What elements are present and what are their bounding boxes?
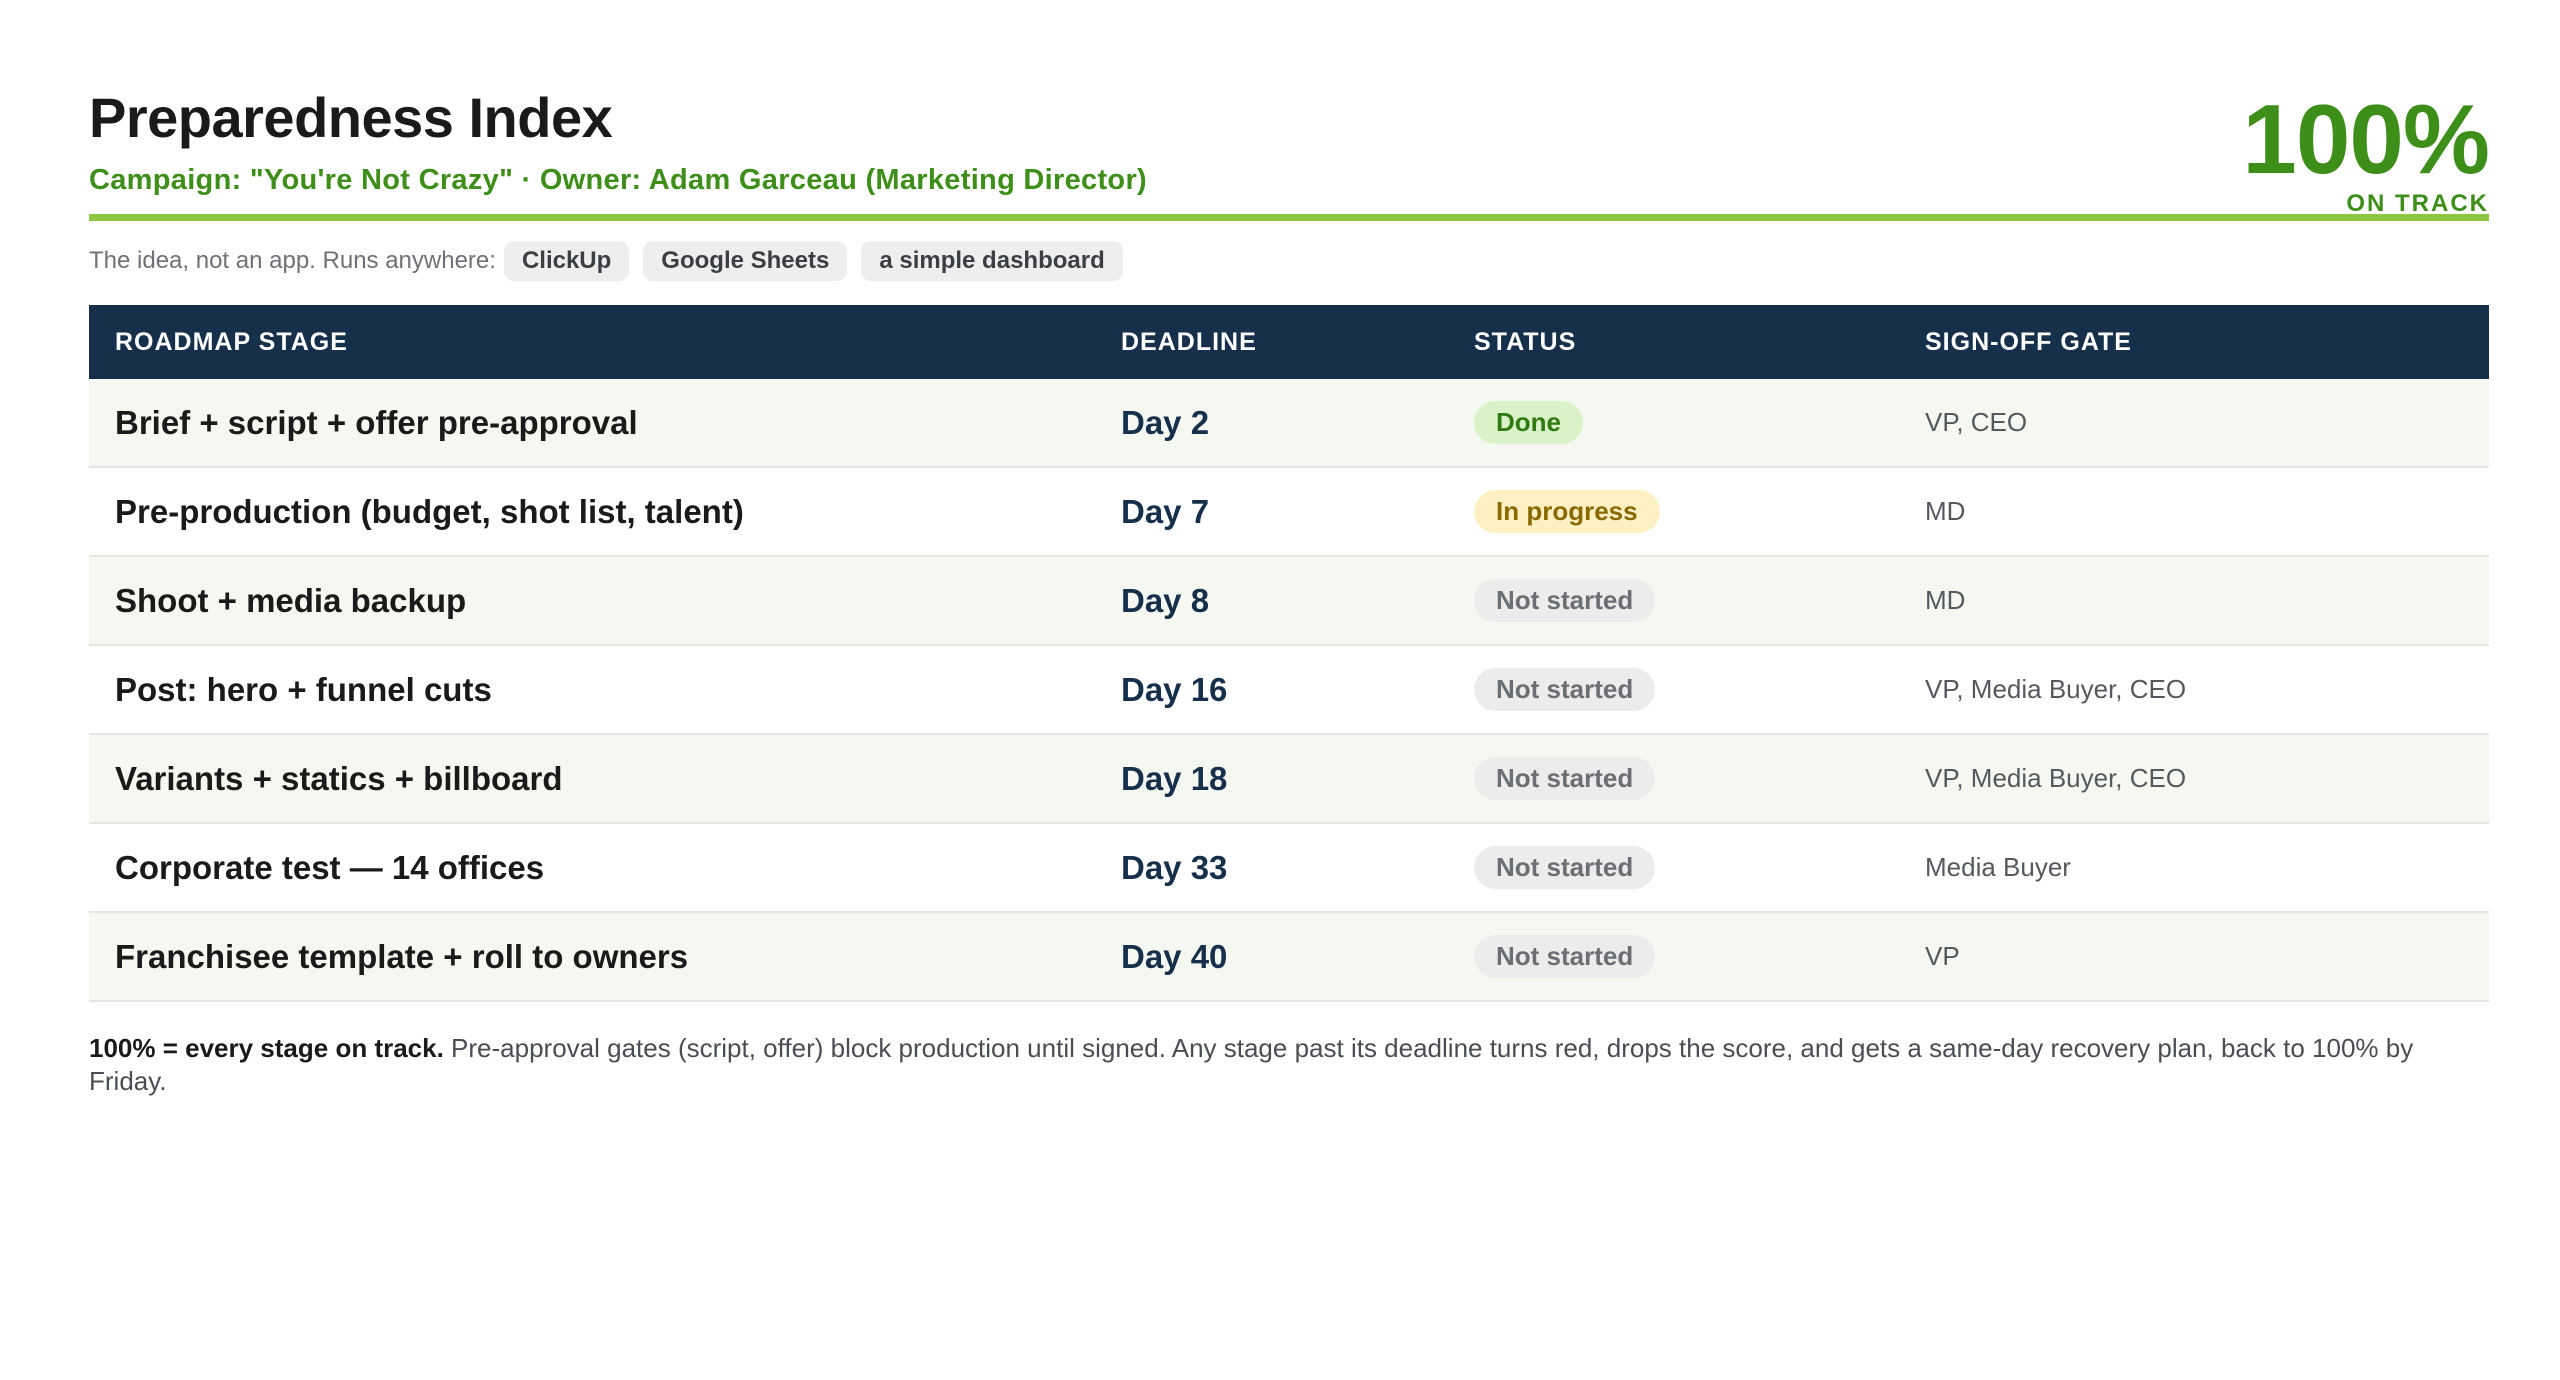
deadline-cell: Day 33 (1095, 823, 1448, 913)
stage-cell: Corporate test — 14 offices (89, 823, 1095, 913)
page: Preparedness Index Campaign: "You're Not… (89, 0, 2490, 1098)
column-header-status: STATUS (1448, 305, 1899, 379)
status-badge: Not started (1474, 668, 1656, 711)
signoff-gate-cell: VP, CEO (1899, 379, 2489, 468)
score-value: 100% (2242, 84, 2490, 194)
table-header: ROADMAP STAGE DEADLINE STATUS SIGN-OFF G… (89, 305, 2489, 379)
column-header-stage: ROADMAP STAGE (89, 305, 1095, 379)
table-row: Franchisee template + roll to owners Day… (89, 912, 2489, 1002)
footnote: 100% = every stage on track. Pre-approva… (89, 1032, 2489, 1098)
table-body: Brief + script + offer pre-approval Day … (89, 379, 2489, 1002)
runs-intro-text: The idea, not an app. Runs anywhere: (89, 247, 496, 274)
stage-cell: Brief + script + offer pre-approval (89, 379, 1095, 468)
score-block: 100% ON TRACK (2242, 84, 2490, 218)
deadline-cell: Day 18 (1095, 734, 1448, 824)
status-cell: In progress (1448, 467, 1899, 557)
status-cell: Not started (1448, 645, 1899, 735)
signoff-gate-cell: VP, Media Buyer, CEO (1899, 734, 2489, 824)
signoff-gate-cell: VP (1899, 912, 2489, 1002)
signoff-gate-cell: MD (1899, 467, 2489, 557)
stage-cell: Pre-production (budget, shot list, talen… (89, 467, 1095, 557)
status-badge: Done (1474, 401, 1583, 444)
status-badge: Not started (1474, 935, 1656, 978)
signoff-gate-cell: MD (1899, 556, 2489, 646)
status-badge: Not started (1474, 579, 1656, 622)
status-cell: Not started (1448, 823, 1899, 913)
table-row: Post: hero + funnel cuts Day 16 Not star… (89, 645, 2489, 735)
footnote-bold: 100% = every stage on track. (89, 1033, 444, 1063)
status-cell: Not started (1448, 912, 1899, 1002)
signoff-gate-cell: VP, Media Buyer, CEO (1899, 645, 2489, 735)
header-row: ROADMAP STAGE DEADLINE STATUS SIGN-OFF G… (89, 305, 2489, 379)
deadline-cell: Day 8 (1095, 556, 1448, 646)
table-row: Variants + statics + billboard Day 18 No… (89, 734, 2489, 824)
table-row: Shoot + media backup Day 8 Not started M… (89, 556, 2489, 646)
stage-cell: Franchisee template + roll to owners (89, 912, 1095, 1002)
deadline-cell: Day 40 (1095, 912, 1448, 1002)
score-label: ON TRACK (2346, 190, 2489, 217)
page-title: Preparedness Index (89, 86, 613, 149)
deadline-cell: Day 16 (1095, 645, 1448, 735)
stage-cell: Variants + statics + billboard (89, 734, 1095, 824)
header: Preparedness Index Campaign: "You're Not… (89, 84, 2490, 221)
table-row: Brief + script + offer pre-approval Day … (89, 379, 2489, 468)
roadmap-table: ROADMAP STAGE DEADLINE STATUS SIGN-OFF G… (89, 305, 2489, 1002)
stage-cell: Shoot + media backup (89, 556, 1095, 646)
runs-anywhere-row: The idea, not an app. Runs anywhere: Cli… (89, 241, 2489, 281)
status-badge: Not started (1474, 757, 1656, 800)
campaign-subtitle: Campaign: "You're Not Crazy" · Owner: Ad… (89, 164, 1147, 196)
column-header-signoff-gate: SIGN-OFF GATE (1899, 305, 2489, 379)
status-cell: Not started (1448, 734, 1899, 824)
stage-cell: Post: hero + funnel cuts (89, 645, 1095, 735)
status-badge: In progress (1474, 490, 1660, 533)
table-row: Corporate test — 14 offices Day 33 Not s… (89, 823, 2489, 913)
status-cell: Done (1448, 379, 1899, 468)
table-row: Pre-production (budget, shot list, talen… (89, 467, 2489, 557)
column-header-deadline: DEADLINE (1095, 305, 1448, 379)
chip-simple-dashboard: a simple dashboard (861, 241, 1123, 281)
deadline-cell: Day 2 (1095, 379, 1448, 468)
status-badge: Not started (1474, 846, 1656, 889)
deadline-cell: Day 7 (1095, 467, 1448, 557)
signoff-gate-cell: Media Buyer (1899, 823, 2489, 913)
chip-google-sheets: Google Sheets (643, 241, 848, 281)
status-cell: Not started (1448, 556, 1899, 646)
chip-clickup: ClickUp (503, 241, 630, 281)
